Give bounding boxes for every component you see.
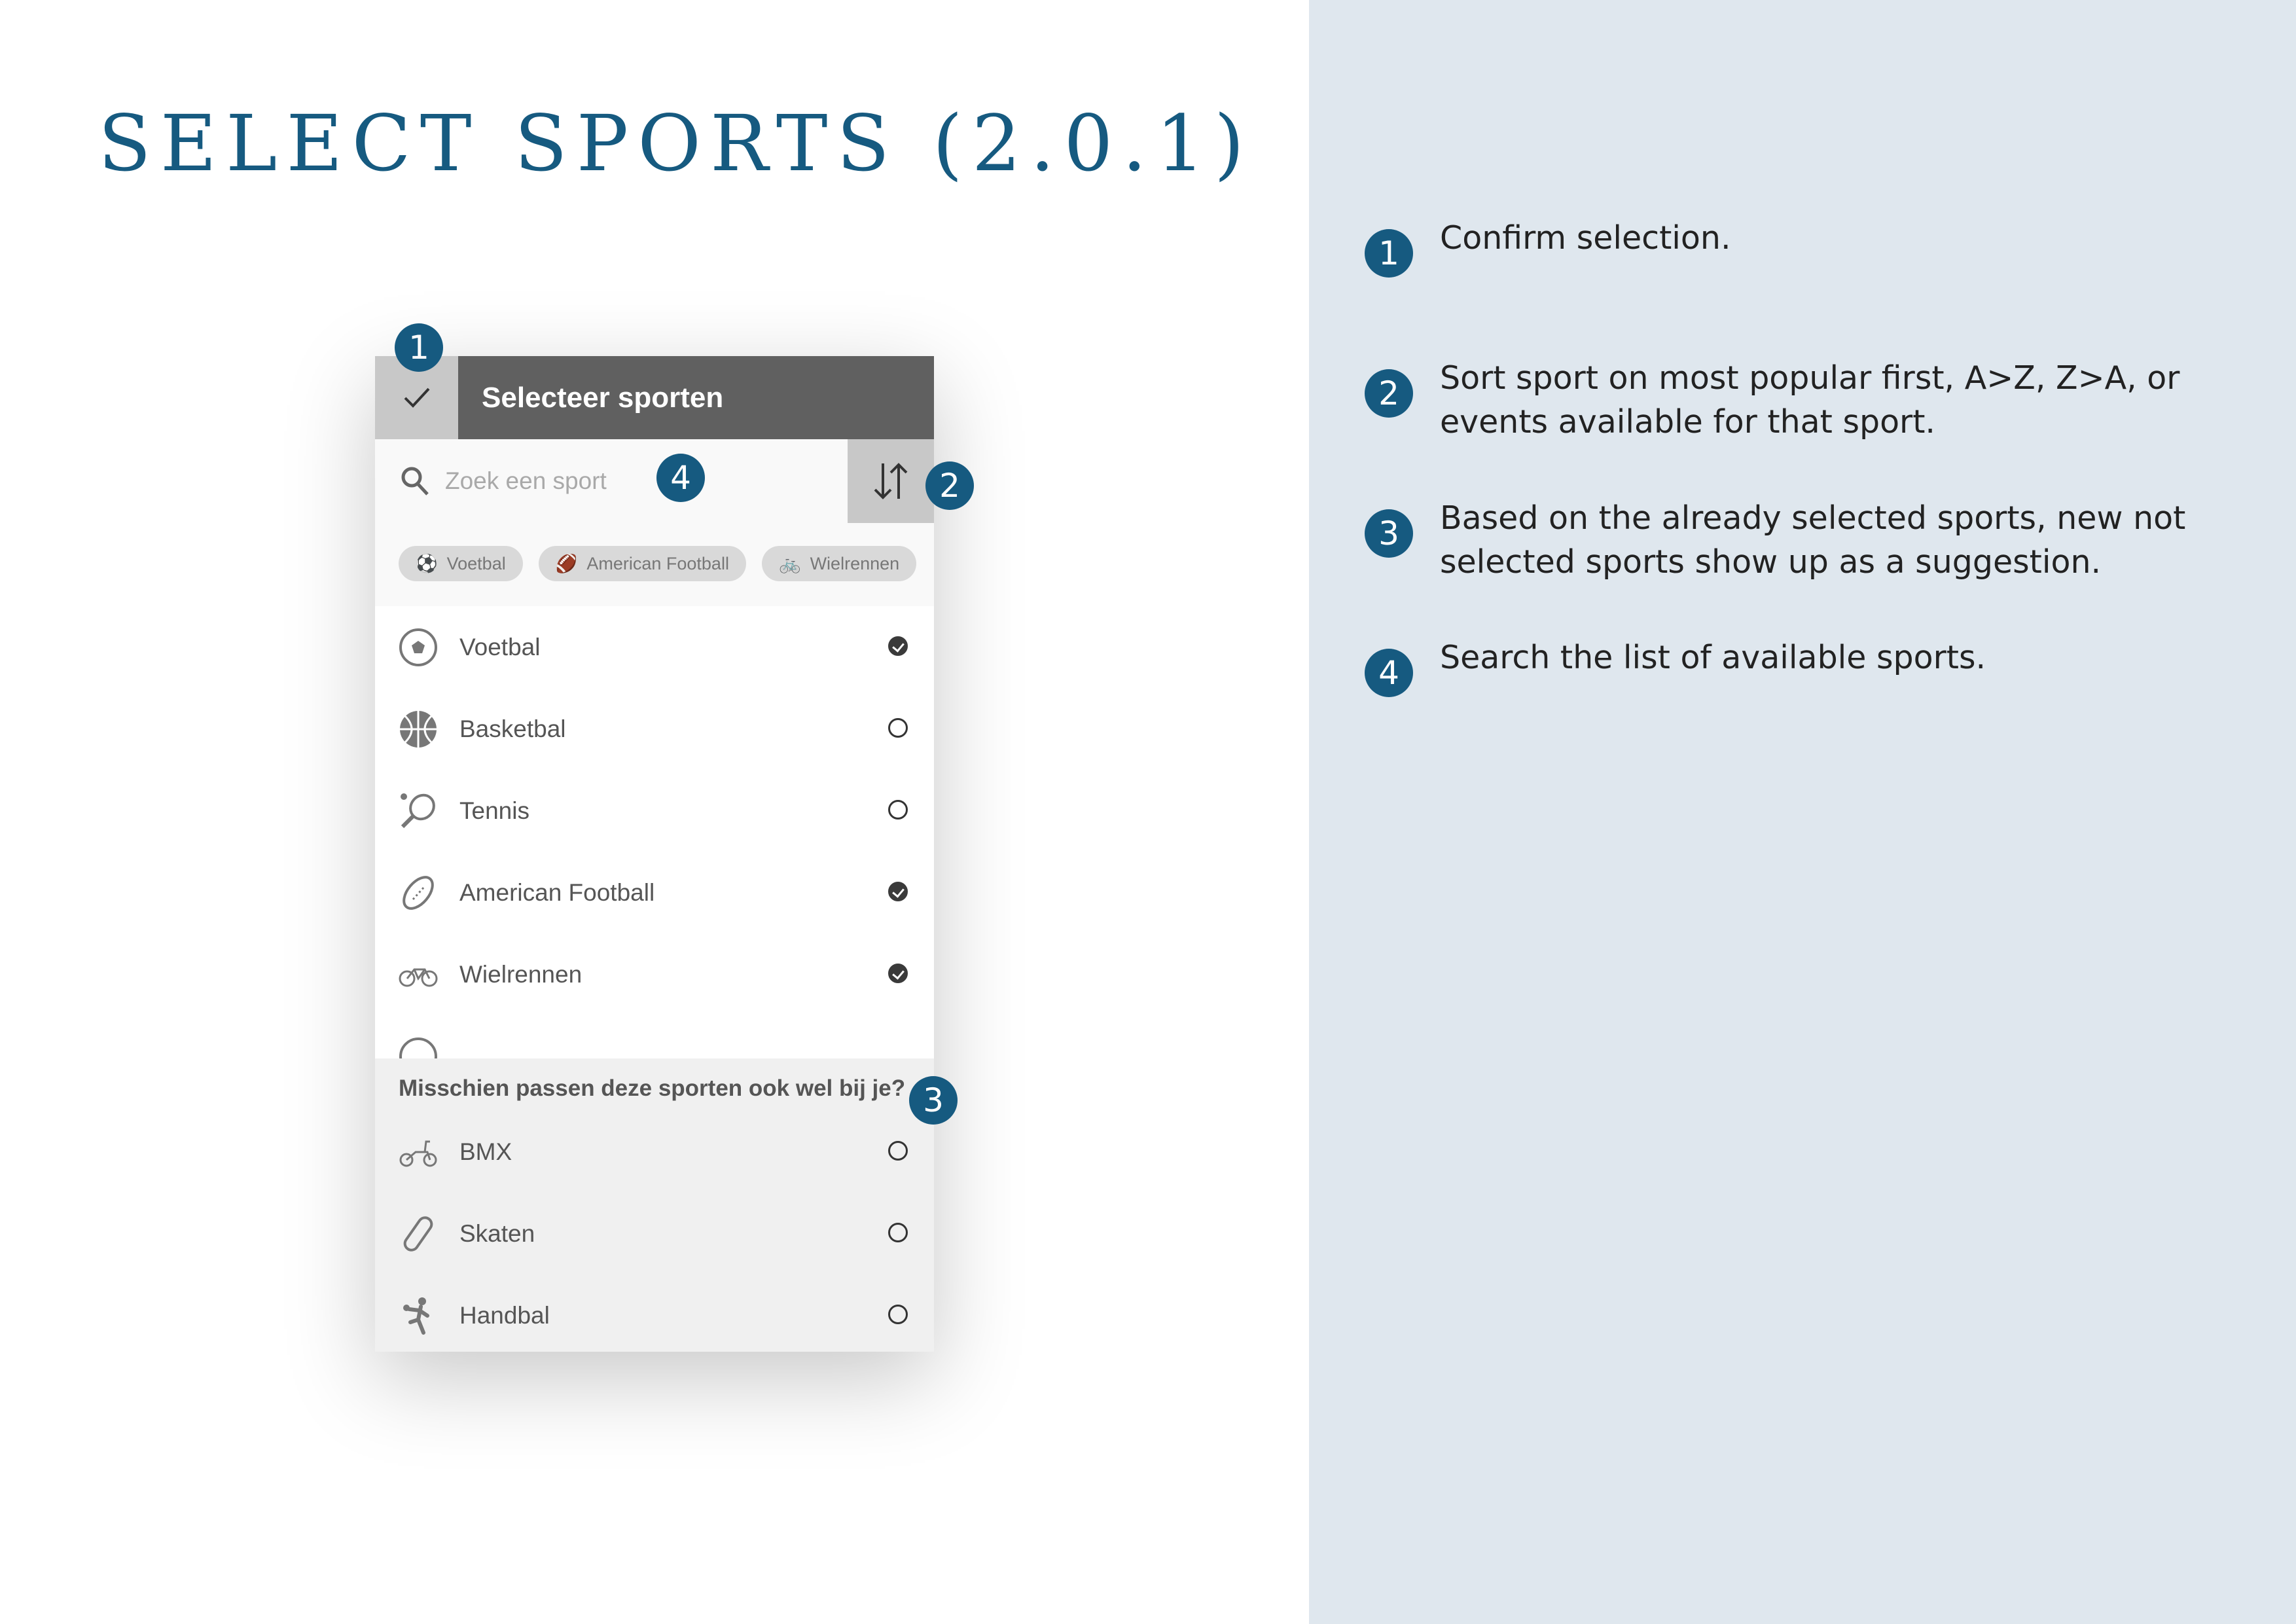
list-item[interactable]: Handbal bbox=[375, 1274, 934, 1356]
suggestions-section: Misschien passen deze sporten ook wel bi… bbox=[375, 1058, 934, 1352]
sort-button[interactable] bbox=[848, 439, 934, 523]
sport-label: American Football bbox=[459, 879, 655, 906]
note-text: Confirm selection. bbox=[1440, 219, 1731, 257]
callout-badge-3: 3 bbox=[909, 1076, 958, 1125]
chip-label: Voetbal bbox=[446, 553, 506, 573]
radio-button[interactable] bbox=[888, 1305, 908, 1324]
radio-button[interactable] bbox=[888, 1141, 908, 1161]
list-item[interactable]: American Football bbox=[375, 852, 934, 933]
sport-label: Voetbal bbox=[459, 634, 541, 660]
radio-button[interactable] bbox=[888, 718, 908, 738]
chip-wielrennen[interactable]: 🚲 Wielrennen bbox=[761, 546, 917, 581]
tennis-icon bbox=[401, 793, 435, 829]
selected-check[interactable] bbox=[888, 636, 908, 656]
sport-label: Handbal bbox=[459, 1302, 550, 1329]
callout-badge-4: 4 bbox=[656, 454, 705, 502]
callout-badge-2: 2 bbox=[925, 461, 974, 510]
page-title: SELECT SPORTS (2.0.1) bbox=[98, 98, 1254, 189]
suggestions-title: Misschien passen deze sporten ook wel bi… bbox=[399, 1075, 906, 1101]
sport-label: Skaten bbox=[459, 1220, 535, 1247]
note-badge: 3 bbox=[1365, 509, 1413, 558]
list-item[interactable]: Basketbal bbox=[375, 688, 934, 770]
american-football-icon bbox=[403, 876, 434, 910]
check-icon bbox=[404, 388, 429, 408]
note-text: Sort sport on most popular first, A>Z, Z… bbox=[1440, 359, 2180, 441]
selected-check[interactable] bbox=[888, 964, 908, 983]
sport-label: BMX bbox=[459, 1138, 512, 1165]
sort-arrows-icon bbox=[874, 463, 908, 499]
chip-american-football[interactable]: 🏈 American Football bbox=[538, 546, 746, 581]
phone-mockup: Selecteer sporten ⚽ Voetbal 🏈 American F… bbox=[375, 356, 934, 1352]
callout-badge-1: 1 bbox=[395, 323, 443, 372]
bicycle-icon: 🚲 bbox=[778, 554, 801, 573]
radio-button[interactable] bbox=[888, 800, 908, 820]
search-input[interactable] bbox=[444, 459, 643, 503]
note-badge: 1 bbox=[1365, 229, 1413, 278]
list-item-partial bbox=[375, 1015, 934, 1058]
sport-label: Basketbal bbox=[459, 715, 566, 742]
note-text: Based on the already selected sports, ne… bbox=[1440, 499, 2186, 581]
soccer-ball-icon: ⚽ bbox=[416, 554, 438, 573]
note-text: Search the list of available sports. bbox=[1440, 639, 1986, 676]
selected-check[interactable] bbox=[888, 882, 908, 901]
app-header: Selecteer sporten bbox=[375, 356, 934, 439]
selected-chips: ⚽ Voetbal 🏈 American Football 🚲 Wielrenn… bbox=[399, 546, 917, 581]
note-badge: 2 bbox=[1365, 369, 1413, 418]
list-item[interactable]: Wielrennen bbox=[375, 933, 934, 1015]
search-bar bbox=[375, 439, 848, 523]
basketball-icon bbox=[400, 711, 437, 748]
radio-button[interactable] bbox=[888, 1223, 908, 1242]
header-title: Selecteer sporten bbox=[482, 382, 724, 414]
handball-icon bbox=[403, 1297, 429, 1335]
sports-list: Voetbal Basketbal Tennis American Footba… bbox=[375, 606, 934, 1058]
chip-label: Wielrennen bbox=[810, 553, 900, 573]
list-item[interactable]: Tennis bbox=[375, 770, 934, 852]
soccer-ball-icon bbox=[399, 628, 437, 666]
bmx-icon bbox=[399, 1140, 437, 1167]
bicycle-icon bbox=[399, 968, 438, 987]
ball-icon bbox=[399, 1038, 437, 1058]
chip-voetbal[interactable]: ⚽ Voetbal bbox=[399, 546, 523, 581]
list-item[interactable]: Skaten bbox=[375, 1193, 934, 1274]
list-item[interactable]: Voetbal bbox=[375, 606, 934, 688]
sport-label: Tennis bbox=[459, 797, 529, 824]
skateboard-icon bbox=[403, 1216, 433, 1252]
search-icon bbox=[401, 467, 429, 496]
chip-label: American Football bbox=[586, 553, 729, 573]
american-football-icon: 🏈 bbox=[555, 554, 578, 573]
list-item[interactable]: BMX bbox=[375, 1111, 934, 1193]
left-page: SELECT SPORTS (2.0.1) Selecteer sporten … bbox=[0, 0, 1309, 1624]
sport-label: Wielrennen bbox=[459, 961, 583, 988]
note-badge: 4 bbox=[1365, 649, 1413, 697]
